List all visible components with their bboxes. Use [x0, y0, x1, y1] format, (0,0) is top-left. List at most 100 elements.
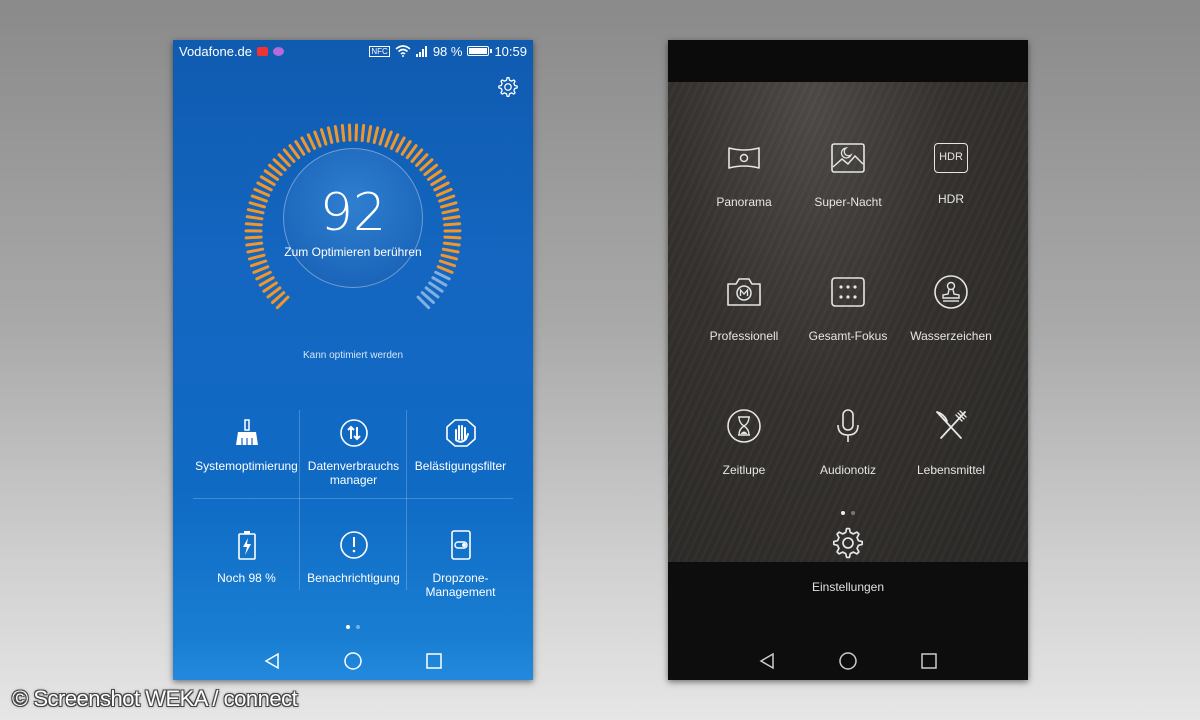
- optimization-score: 92: [319, 183, 387, 243]
- page-dot-active: [346, 625, 350, 629]
- microphone-icon: [837, 409, 859, 442]
- tile-notifications[interactable]: Benachrichtigung: [300, 524, 407, 612]
- mode-food[interactable]: Lebensmittel: [896, 408, 1006, 477]
- gauge-tick-active: [326, 126, 334, 144]
- mode-watermark[interactable]: Wasserzeichen: [896, 274, 1006, 343]
- recents-icon[interactable]: [425, 652, 443, 670]
- tile-label: Belästigungsfilter: [414, 459, 507, 473]
- battery-percent: 98 %: [432, 43, 463, 59]
- back-icon[interactable]: [263, 652, 281, 670]
- gauge-tick-active: [442, 215, 461, 221]
- gauge-tick-active: [438, 259, 457, 268]
- home-icon[interactable]: [343, 651, 363, 671]
- gauge-tick-active: [405, 144, 418, 160]
- gauge-tick-active: [255, 270, 272, 281]
- camera-settings-gear-icon[interactable]: [831, 526, 865, 560]
- gauge-tick-active: [246, 247, 265, 254]
- gauge-tick-active: [384, 130, 393, 148]
- gauge-tick-active: [320, 128, 328, 146]
- mode-super-night[interactable]: Super-Nacht: [793, 140, 903, 209]
- gauge-tick-active: [245, 241, 264, 247]
- tile-dropzone[interactable]: Dropzone-Management: [407, 524, 514, 612]
- gauge-tick-active: [430, 175, 447, 187]
- navigation-bar: [173, 642, 533, 680]
- gauge-tick-inactive: [428, 281, 444, 293]
- gauge-tick-inactive: [434, 270, 451, 281]
- gauge-tick-active: [245, 215, 264, 221]
- gauge-tick-active: [440, 201, 458, 209]
- home-icon[interactable]: [838, 651, 858, 671]
- broom-icon: [235, 419, 258, 445]
- camera-modes-screen: Panorama Super-Nacht HDR HDR Professione…: [668, 40, 1028, 680]
- mode-label: Gesamt-Fokus: [808, 329, 888, 343]
- gauge-tick-active: [247, 253, 266, 261]
- tile-battery[interactable]: Noch 98 %: [193, 524, 300, 612]
- settings-gear-icon[interactable]: [497, 76, 519, 98]
- gauge-tick-active: [438, 194, 456, 203]
- gauge-tick-active: [441, 208, 460, 215]
- image-credit: © Screenshot WEKA / connect: [12, 686, 298, 711]
- battery-icon: [467, 46, 493, 56]
- gauge-tick-active: [360, 124, 366, 142]
- gauge-tick-active: [246, 208, 265, 215]
- tile-harassment-filter[interactable]: Belästigungsfilter: [407, 412, 514, 500]
- gauge-tick-active: [400, 140, 412, 156]
- mode-panorama[interactable]: Panorama: [689, 140, 799, 209]
- hourglass-icon: [727, 409, 761, 443]
- mode-label: Zeitlupe: [722, 463, 766, 477]
- settings-label[interactable]: Einstellungen: [668, 580, 1028, 594]
- gauge-tick-active: [244, 222, 263, 227]
- gauge-tick-active: [250, 194, 268, 203]
- data-arrows-icon: [339, 419, 368, 447]
- mode-label: HDR: [938, 192, 964, 206]
- gauge-tick-inactive: [431, 276, 448, 287]
- gauge-tick-active: [306, 133, 317, 150]
- gauge-tick-active: [256, 181, 273, 192]
- battery-charge-icon: [237, 531, 256, 560]
- mode-all-focus[interactable]: Gesamt-Fokus: [793, 274, 903, 343]
- phone-manager-screen: Vodafone.de NFC 98 % 10:59 92 Zum Optimi…: [173, 40, 533, 680]
- page-indicator: [668, 502, 1028, 520]
- optimize-button[interactable]: 92 Zum Optimieren berühren: [283, 148, 423, 288]
- gauge-tick-active: [262, 281, 278, 293]
- mode-slow-motion[interactable]: Zeitlupe: [689, 408, 799, 477]
- gauge-tick-active: [300, 136, 311, 153]
- gauge-tick-active: [366, 124, 373, 143]
- dot-grid-icon: [831, 277, 865, 307]
- page-dot-active: [841, 511, 845, 515]
- back-icon[interactable]: [758, 652, 776, 670]
- page-dot: [851, 511, 855, 515]
- carrier-name: Vodafone.de: [179, 43, 253, 59]
- hand-block-icon: [445, 419, 476, 447]
- mode-audio-note[interactable]: Audionotiz: [793, 408, 903, 477]
- gauge-tick-active: [249, 259, 268, 268]
- gauge-tick-active: [288, 144, 301, 160]
- recents-icon[interactable]: [920, 652, 938, 670]
- gauge-tick-active: [426, 169, 443, 181]
- mode-label: Professionell: [709, 329, 779, 343]
- gauge-tick-active: [436, 265, 454, 274]
- gauge-tick-active: [443, 222, 462, 227]
- tile-label: Noch 98 %: [217, 571, 276, 585]
- tile-system-optimization[interactable]: Systemoptimierung: [193, 412, 300, 500]
- messenger-notification-icon: [273, 46, 285, 56]
- tile-data-manager[interactable]: Datenverbrauchs manager: [300, 412, 407, 500]
- gauge-tick-active: [259, 175, 276, 187]
- tile-label: Datenverbrauchs manager: [307, 459, 400, 487]
- hdr-icon: HDR: [934, 143, 968, 173]
- gauge-tick-active: [378, 128, 386, 146]
- gauge-tick-active: [258, 276, 275, 287]
- mode-professional[interactable]: Professionell: [689, 274, 799, 343]
- mode-hdr[interactable]: HDR HDR: [896, 140, 1006, 206]
- gauge-tick-active: [294, 140, 306, 156]
- phone-toggle-icon: [450, 530, 471, 560]
- navigation-bar: [668, 642, 1028, 680]
- camera-m-icon: [727, 278, 761, 306]
- gauge-tick-active: [395, 136, 406, 153]
- page-indicator: [173, 616, 533, 634]
- wifi-icon: [395, 45, 411, 57]
- fork-knife-icon: [936, 410, 967, 439]
- status-bar: Vodafone.de NFC 98 % 10:59: [173, 40, 533, 62]
- gauge-tick-active: [333, 124, 340, 143]
- gauge-tick-active: [248, 201, 266, 209]
